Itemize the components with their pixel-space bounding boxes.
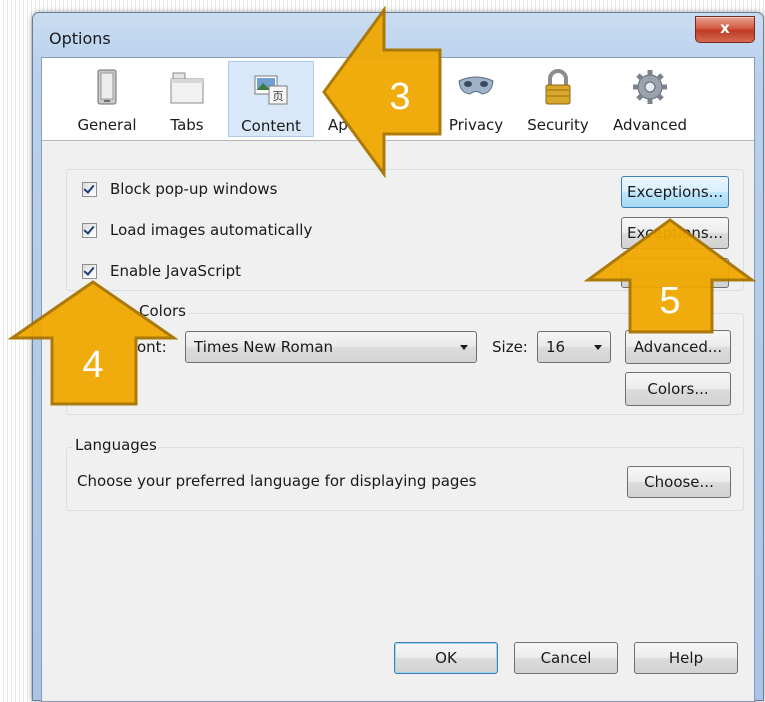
- languages-group: Languages Choose your preferred language…: [66, 436, 744, 511]
- default-font-select[interactable]: Times New Roman: [185, 331, 477, 363]
- close-button[interactable]: x: [695, 16, 755, 43]
- callout-number-3: 3: [389, 76, 411, 118]
- pane-privacy[interactable]: Privacy: [440, 61, 512, 137]
- callout-number-5: 5: [659, 280, 681, 322]
- general-icon: [97, 69, 117, 105]
- pane-security[interactable]: Security: [520, 61, 596, 137]
- callout-arrow-3: 3: [322, 6, 444, 178]
- checkbox-enable-javascript[interactable]: Enable JavaScript: [82, 262, 342, 282]
- popup-exceptions-button[interactable]: Exceptions...: [621, 176, 729, 208]
- font-size-label: Size:: [492, 338, 528, 356]
- pane-advanced-label: Advanced: [612, 116, 688, 134]
- pane-general-label: General: [77, 116, 137, 134]
- block-popups-checkbox[interactable]: [82, 182, 97, 197]
- tabs-icon: [170, 72, 204, 104]
- choose-language-button[interactable]: Choose...: [627, 466, 731, 498]
- pane-privacy-label: Privacy: [448, 116, 504, 134]
- checkbox-load-images[interactable]: Load images automatically: [82, 221, 342, 241]
- block-popups-label: Block pop-up windows: [110, 180, 278, 198]
- colors-button[interactable]: Colors...: [625, 372, 731, 406]
- gear-icon: [633, 70, 667, 104]
- pane-tabs-label: Tabs: [170, 116, 204, 134]
- enable-javascript-label: Enable JavaScript: [110, 262, 242, 280]
- font-size-value: 16: [546, 338, 566, 356]
- pane-content[interactable]: 页 Content: [228, 61, 314, 137]
- callout-number-4: 4: [82, 344, 104, 386]
- cancel-button[interactable]: Cancel: [514, 642, 618, 674]
- window-title: Options: [49, 29, 111, 48]
- svg-text:页: 页: [273, 90, 284, 103]
- callout-arrow-5: 5: [584, 218, 756, 336]
- help-button[interactable]: Help: [634, 642, 738, 674]
- pane-security-label: Security: [527, 116, 589, 134]
- pane-content-label: Content: [241, 117, 301, 135]
- enable-javascript-checkbox[interactable]: [82, 264, 97, 279]
- chevron-down-icon: [460, 345, 468, 350]
- languages-legend: Languages: [73, 436, 159, 454]
- load-images-checkbox[interactable]: [82, 223, 97, 238]
- privacy-mask-icon: [458, 76, 494, 95]
- load-images-label: Load images automatically: [110, 221, 313, 239]
- content-icon: 页: [254, 75, 288, 105]
- languages-description: Choose your preferred language for displ…: [77, 472, 477, 490]
- default-font-value: Times New Roman: [194, 338, 334, 356]
- ok-button[interactable]: OK: [394, 642, 498, 674]
- checkbox-block-popups[interactable]: Block pop-up windows: [82, 180, 342, 200]
- callout-arrow-4: 4: [8, 280, 178, 408]
- chevron-down-icon: [594, 345, 602, 350]
- pane-general[interactable]: General: [70, 61, 144, 137]
- pane-tabs[interactable]: Tabs: [157, 61, 217, 137]
- padlock-icon: [545, 69, 571, 105]
- pane-advanced[interactable]: Advanced: [604, 61, 696, 137]
